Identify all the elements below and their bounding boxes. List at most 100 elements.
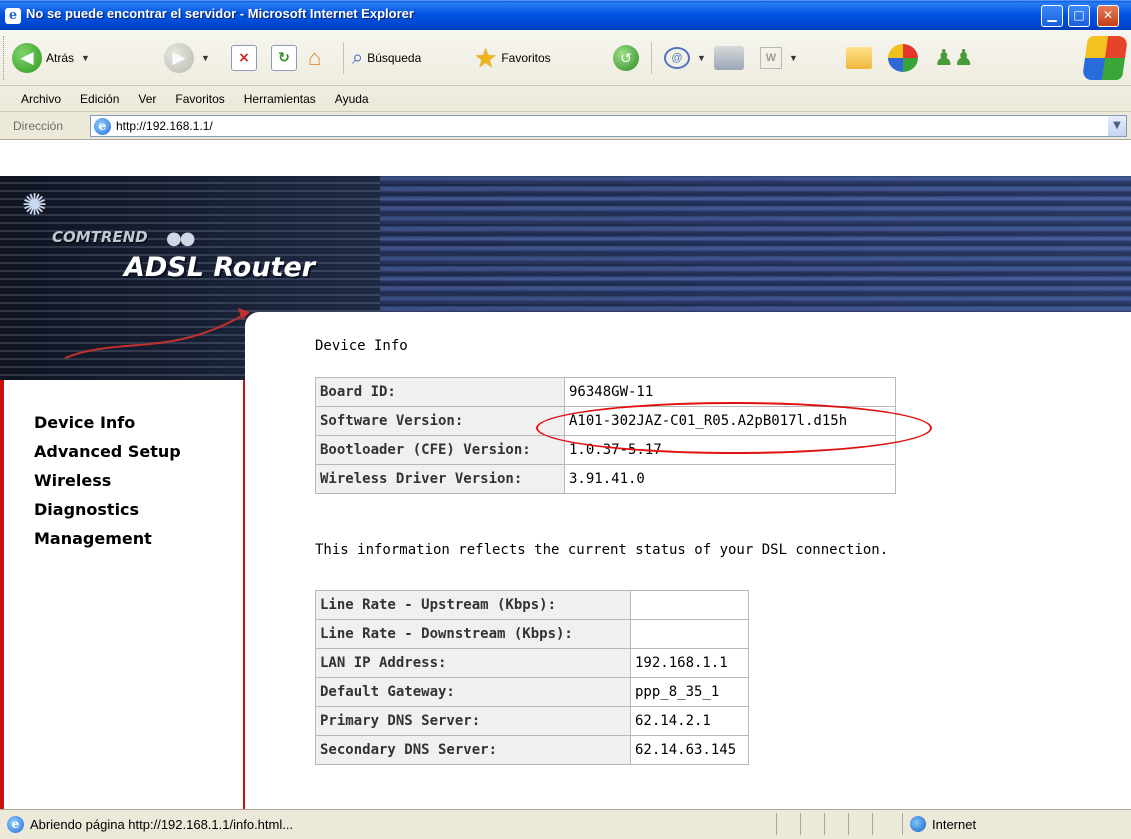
ie-page-icon: e [94, 118, 111, 135]
colors-icon [888, 44, 918, 72]
minimize-button[interactable]: ▁ [1041, 5, 1063, 27]
refresh-icon: ↻ [271, 45, 297, 71]
nav-diagnostics[interactable]: Diagnostics [34, 495, 181, 524]
comtrend-logo-icon: ✺ [22, 188, 48, 223]
favorites-label: Favoritos [501, 51, 551, 65]
globe-icon [910, 816, 926, 832]
folder-icon [846, 47, 872, 69]
row-key: Default Gateway: [315, 677, 631, 707]
row-value: 96348GW-11 [564, 377, 896, 407]
stop-button[interactable]: × [231, 40, 257, 76]
nav-device-info[interactable]: Device Info [34, 408, 181, 437]
toolbar-separator [343, 42, 344, 74]
address-label: Dirección [13, 119, 64, 133]
page-title: Device Info [315, 338, 408, 354]
table-row: LAN IP Address: 192.168.1.1 [315, 648, 749, 678]
row-value: 62.14.63.145 [630, 735, 749, 765]
device-info-table: Board ID: 96348GW-11 Software Version: A… [315, 377, 896, 494]
menu-favoritos[interactable]: Favoritos [175, 92, 224, 106]
favorites-button[interactable]: ★ Favoritos [474, 40, 551, 76]
nav-wireless[interactable]: Wireless [34, 466, 181, 495]
printer-icon [714, 46, 744, 70]
row-value [630, 590, 749, 620]
address-url[interactable]: http://192.168.1.1/ [116, 119, 213, 133]
messenger-button[interactable]: ♟♟ [934, 40, 973, 76]
chevron-down-icon[interactable]: ▼ [789, 53, 798, 63]
address-bar: Dirección e http://192.168.1.1/ ▼ [0, 112, 1131, 140]
status-pane-divider [800, 813, 801, 835]
main-content: Device Info Board ID: 96348GW-11 Softwar… [245, 312, 1131, 809]
status-pane-divider [848, 813, 849, 835]
nav-advanced-setup[interactable]: Advanced Setup [34, 437, 181, 466]
toolbar-separator [651, 42, 652, 74]
close-button[interactable]: ✕ [1097, 5, 1119, 27]
table-row: Wireless Driver Version: 3.91.41.0 [315, 464, 896, 494]
star-icon: ★ [474, 42, 498, 73]
forward-button[interactable]: ▶ ▼ [164, 40, 210, 76]
row-key: Wireless Driver Version: [315, 464, 565, 494]
brand-name: COMTREND [52, 228, 148, 246]
history-icon: ↺ [613, 45, 639, 71]
address-input[interactable]: e http://192.168.1.1/ ▼ [90, 115, 1127, 137]
status-pane-divider [902, 813, 903, 835]
menu-edicion[interactable]: Edición [80, 92, 119, 106]
menu-ver[interactable]: Ver [138, 92, 156, 106]
connection-status-table: Line Rate - Upstream (Kbps): Line Rate -… [315, 590, 749, 765]
back-arrow-icon: ◀ [12, 43, 42, 73]
title-bar: e No se puede encontrar el servidor - Mi… [0, 0, 1131, 30]
row-key: Bootloader (CFE) Version: [315, 435, 565, 465]
maximize-button[interactable]: □ [1068, 5, 1090, 27]
menu-archivo[interactable]: Archivo [21, 92, 61, 106]
chevron-down-icon[interactable]: ▼ [1108, 116, 1126, 136]
row-value: 3.91.41.0 [564, 464, 896, 494]
product-name: ADSL Router [124, 252, 316, 283]
chevron-down-icon[interactable]: ▼ [81, 53, 90, 63]
folder-button[interactable] [846, 40, 872, 76]
table-row: Default Gateway: ppp_8_35_1 [315, 677, 749, 707]
word-icon: W [760, 47, 782, 69]
edit-button[interactable]: W ▼ [760, 40, 798, 76]
ie-status-icon: e [7, 816, 24, 833]
status-bar: e Abriendo página http://192.168.1.1/inf… [0, 809, 1131, 839]
colors-button[interactable] [888, 40, 918, 76]
menu-bar: Archivo Edición Ver Favoritos Herramient… [0, 86, 1131, 112]
print-button[interactable] [714, 40, 744, 76]
row-value: A101-302JAZ-C01_R05.A2pB017l.d15h [564, 406, 896, 436]
toolbar: ◀ Atrás ▼ ▶ ▼ × ↻ ⌂ ⌕ Búsqueda ★ Favorit… [0, 30, 1131, 112]
home-button[interactable]: ⌂ [308, 40, 321, 76]
chevron-down-icon[interactable]: ▼ [201, 53, 210, 63]
menu-ayuda[interactable]: Ayuda [335, 92, 369, 106]
menu-herramientas[interactable]: Herramientas [244, 92, 316, 106]
mail-icon: @ [664, 47, 690, 69]
row-value: 192.168.1.1 [630, 648, 749, 678]
forward-arrow-icon: ▶ [164, 43, 194, 73]
back-button[interactable]: ◀ Atrás ▼ [12, 40, 90, 76]
status-pane-divider [824, 813, 825, 835]
row-key: Line Rate - Upstream (Kbps): [315, 590, 631, 620]
stop-icon: × [231, 45, 257, 71]
chevron-down-icon[interactable]: ▼ [697, 53, 706, 63]
row-key: Secondary DNS Server: [315, 735, 631, 765]
table-row: Primary DNS Server: 62.14.2.1 [315, 706, 749, 736]
security-zone: Internet [932, 817, 977, 832]
toolbar-grip[interactable] [3, 36, 5, 80]
search-icon: ⌕ [352, 46, 364, 69]
nav-management[interactable]: Management [34, 524, 181, 553]
status-pane-divider [872, 813, 873, 835]
row-key: Line Rate - Downstream (Kbps): [315, 619, 631, 649]
back-label: Atrás [46, 51, 75, 65]
mail-button[interactable]: @ ▼ [664, 40, 706, 76]
table-row: Board ID: 96348GW-11 [315, 377, 896, 407]
table-row: Line Rate - Upstream (Kbps): [315, 590, 749, 620]
row-value: ppp_8_35_1 [630, 677, 749, 707]
row-value [630, 619, 749, 649]
refresh-button[interactable]: ↻ [271, 40, 297, 76]
search-button[interactable]: ⌕ Búsqueda [352, 40, 421, 76]
standard-buttons-bar: ◀ Atrás ▼ ▶ ▼ × ↻ ⌂ ⌕ Búsqueda ★ Favorit… [0, 30, 1131, 86]
row-key: Primary DNS Server: [315, 706, 631, 736]
home-icon: ⌂ [308, 45, 322, 70]
table-row: Software Version: A101-302JAZ-C01_R05.A2… [315, 406, 896, 436]
status-pane-divider [776, 813, 777, 835]
table-row: Line Rate - Downstream (Kbps): [315, 619, 749, 649]
history-button[interactable]: ↺ [613, 40, 639, 76]
